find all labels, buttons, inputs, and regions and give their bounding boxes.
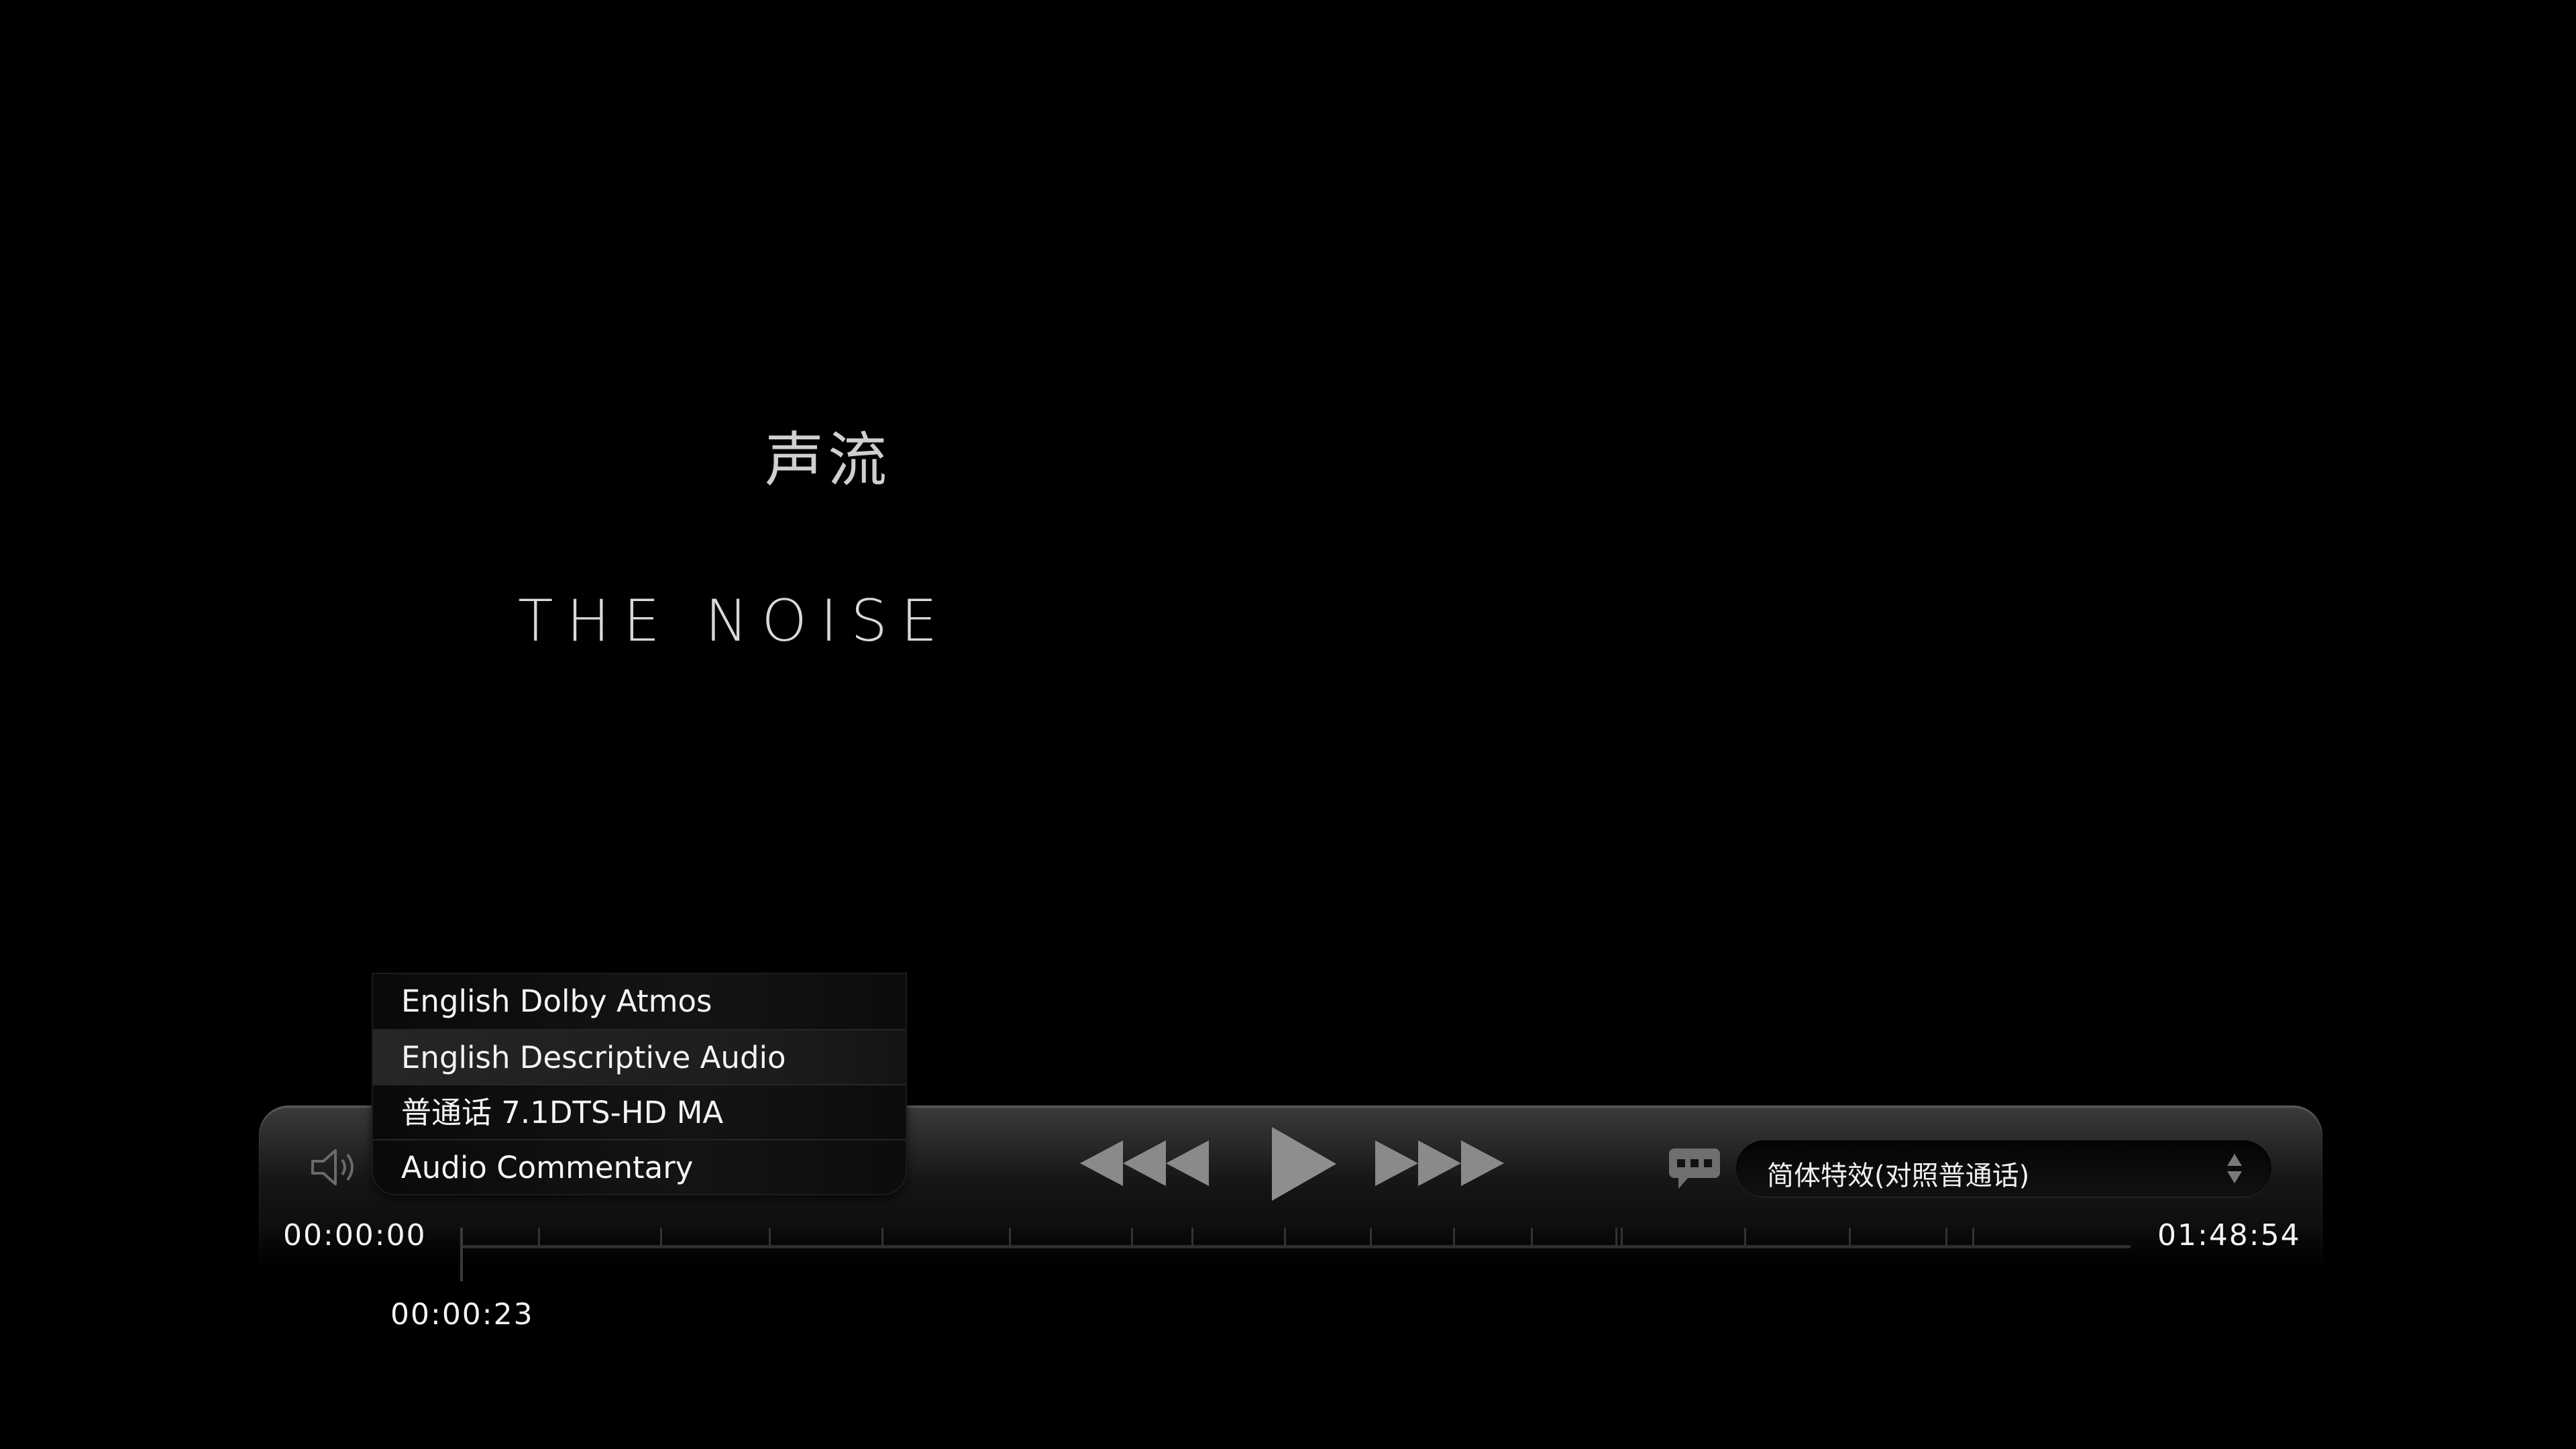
chapter-tick: [1370, 1228, 1372, 1245]
play-button[interactable]: [1267, 1127, 1340, 1201]
chapter-tick: [538, 1228, 540, 1245]
fast-forward-icon: [1375, 1140, 1504, 1186]
audio-track-item[interactable]: Audio Commentary: [373, 1139, 906, 1194]
chapter-tick: [1453, 1228, 1455, 1245]
chapter-tick: [1744, 1228, 1746, 1245]
current-time: 00:00:00: [283, 1218, 427, 1252]
chapter-tick: [1131, 1228, 1133, 1245]
total-duration: 01:48:54: [2157, 1218, 2301, 1252]
audio-track-menu: English Dolby Atmos English Descriptive …: [373, 974, 906, 1194]
select-arrows-icon: [2227, 1154, 2242, 1183]
chapter-tick: [660, 1228, 662, 1245]
chapter-tick: [769, 1228, 771, 1245]
chapter-tick: [1531, 1228, 1533, 1245]
title-english: THE NOISE: [518, 588, 951, 655]
rewind-button[interactable]: [1080, 1139, 1212, 1187]
playhead[interactable]: [460, 1228, 463, 1281]
subtitle-selected-label: 简体特效(对照普通话): [1767, 1161, 2030, 1191]
chapter-tick: [1284, 1228, 1286, 1245]
chapter-tick: [1009, 1228, 1011, 1245]
chapter-tick: [1621, 1228, 1623, 1245]
subtitle-icon[interactable]: [1668, 1147, 1721, 1191]
seek-track: [460, 1245, 2131, 1248]
chapter-tick: [1972, 1228, 1974, 1245]
fast-forward-button[interactable]: [1375, 1139, 1507, 1187]
chapter-tick: [1191, 1228, 1193, 1245]
chapter-tick: [1615, 1228, 1617, 1245]
rewind-icon: [1080, 1140, 1209, 1186]
audio-track-item[interactable]: 普通话 7.1DTS-HD MA: [373, 1084, 906, 1139]
chapter-tick: [1945, 1228, 1947, 1245]
hover-time: 00:00:23: [390, 1297, 534, 1332]
play-icon: [1272, 1127, 1336, 1201]
chapter-tick: [881, 1228, 883, 1245]
audio-track-item[interactable]: English Dolby Atmos: [373, 974, 906, 1029]
audio-track-item-selected[interactable]: English Descriptive Audio: [373, 1029, 906, 1084]
subtitle-select[interactable]: 简体特效(对照普通话): [1736, 1140, 2271, 1197]
title-chinese: 声流: [765, 425, 892, 494]
speaker-icon[interactable]: [309, 1144, 362, 1191]
seek-bar[interactable]: [460, 1225, 2131, 1256]
chapter-tick: [1849, 1228, 1851, 1245]
